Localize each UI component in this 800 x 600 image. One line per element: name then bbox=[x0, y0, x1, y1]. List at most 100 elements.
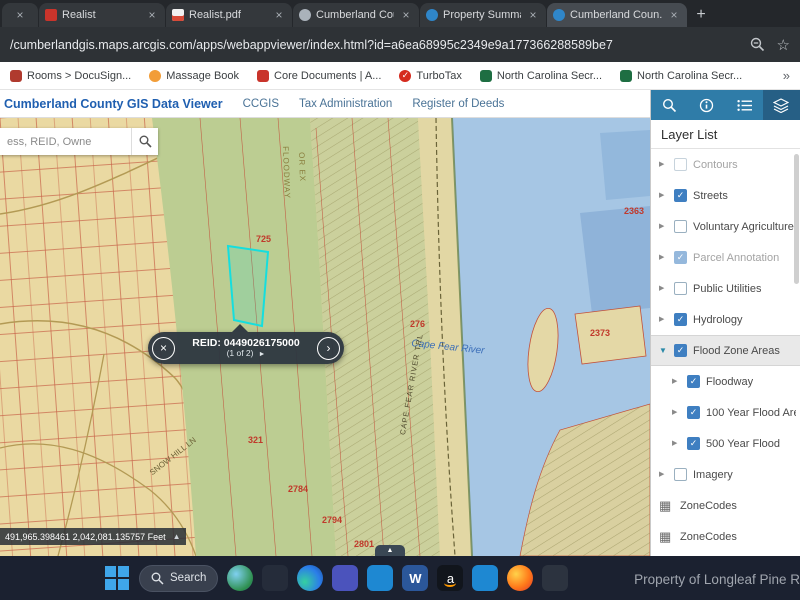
layer-item-public-utilities[interactable]: ▶Public Utilities bbox=[651, 273, 800, 304]
layer-checkbox[interactable] bbox=[674, 468, 687, 481]
layer-checkbox[interactable]: ✓ bbox=[674, 313, 687, 326]
bookmark-favicon: ✓ bbox=[399, 70, 411, 82]
link-tax-administration[interactable]: Tax Administration bbox=[299, 98, 392, 110]
link-register-of-deeds[interactable]: Register of Deeds bbox=[412, 98, 504, 110]
bookmark-2[interactable]: Massage Book bbox=[149, 70, 239, 82]
tab-close-icon[interactable]: × bbox=[272, 8, 286, 22]
search-icon bbox=[139, 135, 152, 148]
new-tab-button[interactable]: + bbox=[688, 3, 714, 27]
onedrive-icon[interactable] bbox=[472, 565, 498, 591]
browser-tab-3[interactable]: Realist.pdf× bbox=[166, 3, 292, 27]
layer-item-voluntary-agriculture-dist[interactable]: ▶Voluntary Agriculture Dist bbox=[651, 211, 800, 242]
teams-icon[interactable] bbox=[332, 565, 358, 591]
layer-checkbox[interactable] bbox=[674, 282, 687, 295]
tab-close-icon[interactable]: × bbox=[145, 8, 159, 22]
layer-item-zonecodes[interactable]: ▦ZoneCodes bbox=[651, 490, 800, 521]
chevron-right-icon[interactable]: ▶ bbox=[659, 285, 668, 292]
widget-search-button[interactable] bbox=[651, 90, 688, 120]
zoom-indicator-icon[interactable] bbox=[750, 37, 765, 52]
chevron-right-icon[interactable]: ▶ bbox=[659, 161, 668, 168]
layer-item-500-year-flood[interactable]: ▶✓500 Year Flood bbox=[651, 428, 800, 459]
popup-next-feature-icon[interactable]: ► bbox=[259, 351, 266, 358]
browser-tab-4[interactable]: Cumberland Coun...× bbox=[293, 3, 419, 27]
coordinate-readout: 491,965.398461 2,042,081.135757 Feet ▲ bbox=[0, 528, 186, 545]
search-highlights-icon[interactable] bbox=[227, 565, 253, 591]
skype-icon[interactable] bbox=[367, 565, 393, 591]
layer-item-imagery[interactable]: ▶Imagery bbox=[651, 459, 800, 490]
widget-legend-button[interactable] bbox=[726, 90, 763, 120]
map-popup[interactable]: × REID: 0449026175000 (1 of 2)► › bbox=[148, 332, 344, 364]
more-apps-icon[interactable] bbox=[542, 565, 568, 591]
taskbar-search[interactable]: Search bbox=[139, 565, 218, 592]
tab-label: Property Summar... bbox=[443, 9, 521, 21]
layer-checkbox[interactable]: ✓ bbox=[687, 375, 700, 388]
link-ccgis[interactable]: CCGIS bbox=[243, 98, 279, 110]
bookmarks-overflow-icon[interactable]: » bbox=[783, 68, 790, 83]
panel-scrollbar[interactable] bbox=[794, 154, 799, 284]
chevron-right-icon[interactable]: ▶ bbox=[672, 440, 681, 447]
start-button[interactable] bbox=[104, 565, 130, 591]
layer-item-zonecodes[interactable]: ▦ZoneCodes bbox=[651, 521, 800, 552]
widget-layerlist-button[interactable] bbox=[763, 90, 800, 120]
bookmark-label: North Carolina Secr... bbox=[637, 70, 742, 82]
chevron-down-icon[interactable]: ▼ bbox=[659, 347, 668, 355]
bookmark-1[interactable]: Rooms > DocuSign... bbox=[10, 70, 131, 82]
layer-item-streets[interactable]: ▶✓Streets bbox=[651, 180, 800, 211]
edge-icon[interactable] bbox=[297, 565, 323, 591]
layer-item-contours[interactable]: ▶Contours bbox=[651, 149, 800, 180]
layer-item-100-year-flood-area[interactable]: ▶✓100 Year Flood Area bbox=[651, 397, 800, 428]
browser-tab-6[interactable]: Cumberland Coun...× bbox=[547, 3, 687, 27]
map-viewport[interactable]: FLOODWAYOR EX725236327623733212784279428… bbox=[0, 118, 650, 556]
layer-checkbox[interactable]: ✓ bbox=[687, 437, 700, 450]
attribute-table-tab[interactable]: ▲ bbox=[375, 545, 405, 556]
map-search-input[interactable] bbox=[0, 136, 131, 148]
tab-close-icon[interactable]: × bbox=[667, 8, 681, 22]
browser-tab-2[interactable]: Realist× bbox=[39, 3, 165, 27]
bookmark-star-icon[interactable]: ☆ bbox=[777, 36, 790, 54]
windows-taskbar[interactable]: Search Wa Property of Longleaf Pine R bbox=[0, 556, 800, 600]
layer-list-items: ▶Contours▶✓Streets▶Voluntary Agriculture… bbox=[651, 149, 800, 552]
layer-checkbox[interactable]: ✓ bbox=[674, 189, 687, 202]
layer-checkbox[interactable]: ✓ bbox=[687, 406, 700, 419]
layer-checkbox[interactable]: ✓ bbox=[674, 344, 687, 357]
browser-tab-5[interactable]: Property Summar... × bbox=[420, 3, 546, 27]
layer-label: Floodway bbox=[706, 376, 753, 388]
tab-close-icon[interactable]: × bbox=[13, 8, 27, 22]
amazon-icon[interactable]: a bbox=[437, 565, 463, 591]
browser-tab-1[interactable]: × bbox=[2, 3, 38, 27]
selected-parcel-highlight[interactable] bbox=[228, 246, 268, 326]
layer-item-flood-zone-areas[interactable]: ▼✓Flood Zone Areas bbox=[651, 335, 800, 366]
bookmark-6[interactable]: North Carolina Secr... bbox=[620, 70, 742, 82]
coordinate-expand-icon[interactable]: ▲ bbox=[173, 532, 181, 541]
word-icon[interactable]: W bbox=[402, 565, 428, 591]
map-search-button[interactable] bbox=[131, 128, 158, 155]
info-icon bbox=[699, 98, 714, 113]
popup-next-button[interactable]: › bbox=[317, 337, 340, 360]
chevron-right-icon[interactable]: ▶ bbox=[659, 192, 668, 199]
chevron-right-icon[interactable]: ▶ bbox=[672, 378, 681, 385]
tab-close-icon[interactable]: × bbox=[526, 8, 540, 22]
address-bar[interactable]: /cumberlandgis.maps.arcgis.com/apps/weba… bbox=[0, 27, 800, 62]
layer-checkbox[interactable] bbox=[674, 158, 687, 171]
bookmark-3[interactable]: Core Documents | A... bbox=[257, 70, 381, 82]
chevron-right-icon[interactable]: ▶ bbox=[659, 316, 668, 323]
chevron-right-icon[interactable]: ▶ bbox=[659, 223, 668, 230]
photos-icon[interactable] bbox=[262, 565, 288, 591]
firefox-icon[interactable] bbox=[507, 565, 533, 591]
layer-checkbox[interactable] bbox=[674, 220, 687, 233]
tab-close-icon[interactable]: × bbox=[399, 8, 413, 22]
widget-about-button[interactable] bbox=[688, 90, 725, 120]
chevron-right-icon[interactable]: ▶ bbox=[672, 409, 681, 416]
chevron-right-icon[interactable]: ▶ bbox=[659, 254, 668, 261]
layer-item-parcel-annotation[interactable]: ▶✓Parcel Annotation bbox=[651, 242, 800, 273]
layer-item-hydrology[interactable]: ▶✓Hydrology bbox=[651, 304, 800, 335]
bookmark-5[interactable]: North Carolina Secr... bbox=[480, 70, 602, 82]
bookmark-4[interactable]: ✓TurboTax bbox=[399, 70, 461, 82]
url-text[interactable]: /cumberlandgis.maps.arcgis.com/apps/weba… bbox=[10, 38, 738, 52]
layer-item-floodway[interactable]: ▶ ✓ Floodway bbox=[651, 366, 800, 397]
chevron-right-icon[interactable]: ▶ bbox=[659, 471, 668, 478]
popup-close-button[interactable]: × bbox=[152, 337, 175, 360]
coordinate-text: 491,965.398461 2,042,081.135757 Feet bbox=[5, 532, 166, 542]
layer-checkbox[interactable]: ✓ bbox=[674, 251, 687, 264]
map-search-box[interactable] bbox=[0, 128, 158, 155]
